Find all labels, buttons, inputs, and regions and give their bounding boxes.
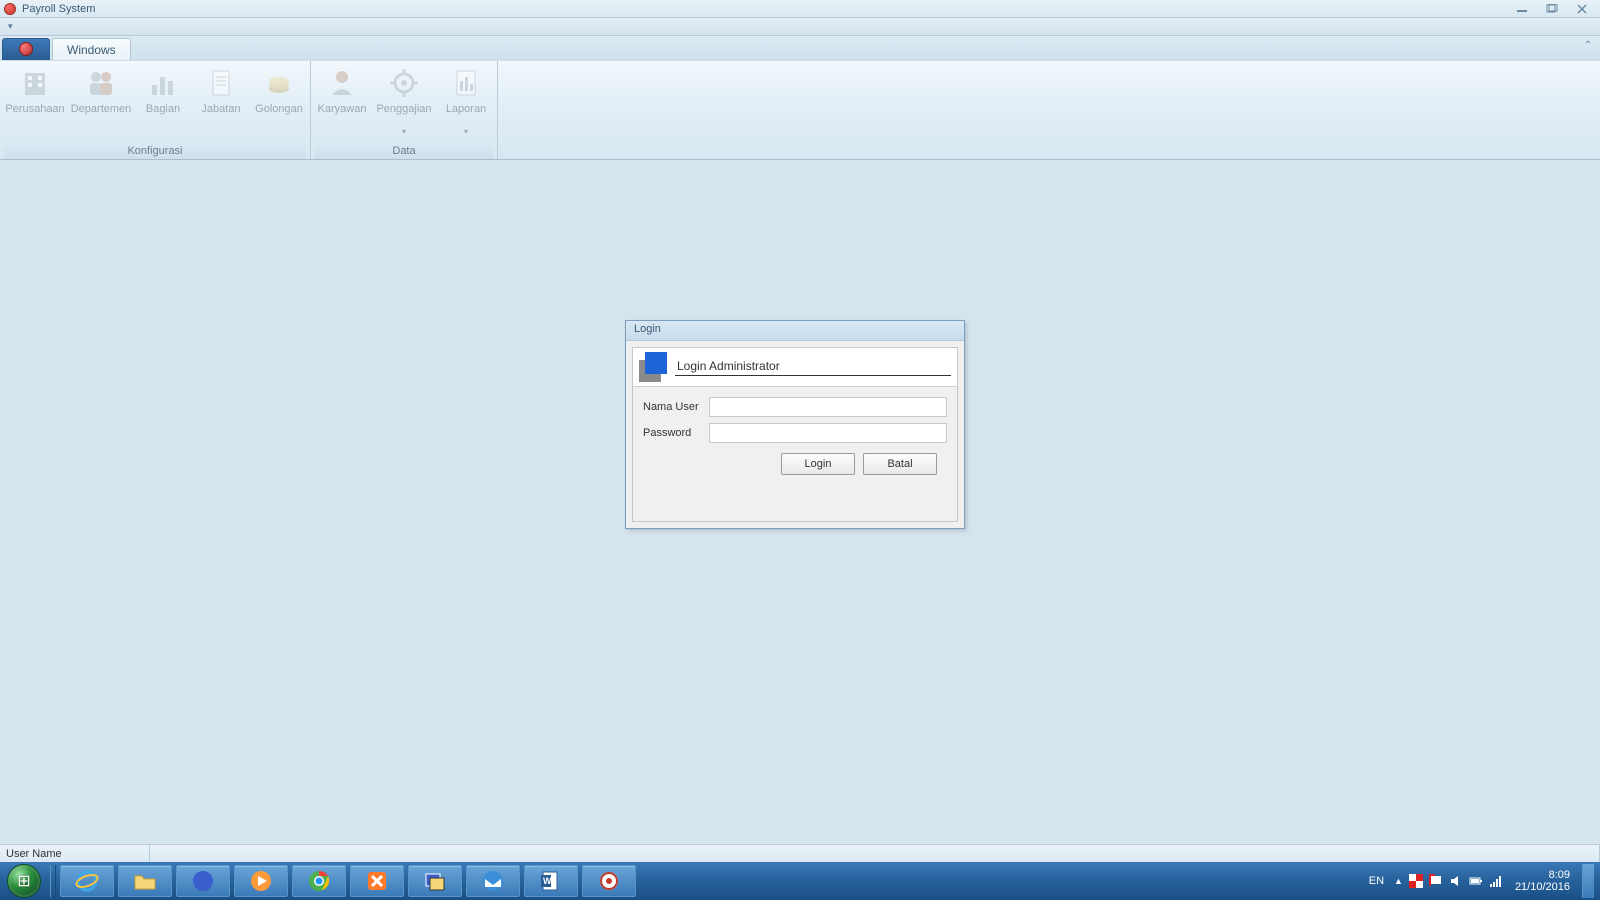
- password-input[interactable]: [709, 423, 947, 443]
- ribbon-item-label: Karyawan: [318, 103, 367, 129]
- taskbar-item-explorer[interactable]: [118, 865, 172, 897]
- start-button[interactable]: [0, 862, 48, 900]
- flag-icon[interactable]: [1409, 874, 1423, 888]
- ribbon-item-golongan[interactable]: Golongan: [252, 63, 306, 144]
- action-center-icon[interactable]: [1429, 874, 1443, 888]
- clock[interactable]: 8:09 21/10/2016: [1509, 869, 1576, 893]
- coins-icon: [263, 67, 295, 99]
- ribbon-item-jabatan[interactable]: Jabatan: [194, 63, 248, 144]
- thunderbird-icon: [481, 869, 505, 893]
- ribbon-item-laporan[interactable]: Laporan ▾: [439, 63, 493, 144]
- login-button[interactable]: Login: [781, 453, 855, 475]
- chart-icon: [147, 67, 179, 99]
- application-menu-button[interactable]: [2, 38, 50, 60]
- putty-icon: [423, 869, 447, 893]
- login-dialog: Login Login Administrator Nama User Pass…: [625, 320, 965, 529]
- ribbon-item-penggajian[interactable]: Penggajian ▾: [373, 63, 435, 144]
- taskbar-item-chrome[interactable]: [292, 865, 346, 897]
- tray-expand-icon[interactable]: ▲: [1394, 876, 1403, 886]
- ribbon-item-label: Penggajian: [376, 103, 431, 129]
- ribbon-item-bagian[interactable]: Bagian: [136, 63, 190, 144]
- login-header: Login Administrator: [633, 348, 957, 387]
- word-icon: W: [539, 869, 563, 893]
- taskbar-item-app[interactable]: [582, 865, 636, 897]
- document-icon: [205, 67, 237, 99]
- window-title: Payroll System: [22, 3, 1506, 15]
- qat-dropdown-icon[interactable]: ▾: [8, 21, 13, 32]
- show-desktop-button[interactable]: [1582, 864, 1594, 898]
- dialog-title: Login: [626, 321, 964, 341]
- password-label: Password: [643, 427, 709, 439]
- report-icon: [450, 67, 482, 99]
- username-label: Nama User: [643, 401, 709, 413]
- people-icon: [85, 67, 117, 99]
- taskbar-item-media[interactable]: [234, 865, 288, 897]
- app-icon: [4, 3, 16, 15]
- taskbar-item-putty[interactable]: [408, 865, 462, 897]
- svg-text:W: W: [543, 876, 552, 886]
- status-username-label: User Name: [0, 845, 150, 862]
- tab-label: Windows: [67, 43, 116, 57]
- quick-access-toolbar: ▾: [0, 18, 1600, 36]
- ribbon-item-label: Departemen: [71, 103, 132, 129]
- ribbon-tab-strip: Windows ⌃: [0, 36, 1600, 60]
- chevron-down-icon: ▾: [402, 127, 406, 136]
- ribbon-item-label: Golongan: [255, 103, 303, 129]
- ribbon-collapse-icon[interactable]: ⌃: [1584, 40, 1592, 51]
- ribbon-item-departemen[interactable]: Departemen: [70, 63, 132, 144]
- login-header-text: Login Administrator: [675, 359, 951, 376]
- app-icon: [597, 869, 621, 893]
- login-logo-icon: [639, 352, 669, 382]
- chevron-down-icon: ▾: [464, 127, 468, 136]
- cancel-button[interactable]: Batal: [863, 453, 937, 475]
- media-icon: [249, 869, 273, 893]
- ribbon-item-perusahaan[interactable]: Perusahaan: [4, 63, 66, 144]
- taskbar-item-ie[interactable]: [60, 865, 114, 897]
- firefox-icon: [191, 869, 215, 893]
- close-button[interactable]: [1568, 2, 1596, 16]
- ribbon-group-label: Konfigurasi: [4, 144, 306, 159]
- explorer-icon: [133, 869, 157, 893]
- ie-icon: [75, 869, 99, 893]
- statusbar: User Name: [0, 844, 1600, 862]
- chrome-icon: [307, 869, 331, 893]
- taskbar-separator: [50, 865, 56, 897]
- ribbon-item-label: Laporan: [446, 103, 486, 129]
- ribbon-group-data: Karyawan Penggajian ▾ Laporan ▾ Data: [311, 61, 498, 159]
- taskbar-item-firefox[interactable]: [176, 865, 230, 897]
- minimize-button[interactable]: [1508, 2, 1536, 16]
- ribbon-group-label: Data: [315, 144, 493, 159]
- taskbar: W EN ▲ 8:09 21/10/2016: [0, 862, 1600, 900]
- titlebar: Payroll System: [0, 0, 1600, 18]
- status-empty: [150, 845, 1600, 862]
- taskbar-item-thunderbird[interactable]: [466, 865, 520, 897]
- clock-time: 8:09: [1515, 869, 1570, 881]
- ribbon-body: Perusahaan Departemen Bagian Jabatan Gol…: [0, 60, 1600, 160]
- username-input[interactable]: [709, 397, 947, 417]
- tab-windows[interactable]: Windows: [52, 38, 131, 60]
- language-indicator[interactable]: EN: [1365, 875, 1388, 887]
- building-icon: [19, 67, 51, 99]
- volume-icon[interactable]: [1449, 874, 1463, 888]
- ribbon-item-label: Jabatan: [201, 103, 240, 129]
- ribbon-group-konfigurasi: Perusahaan Departemen Bagian Jabatan Gol…: [0, 61, 311, 159]
- taskbar-item-xampp[interactable]: [350, 865, 404, 897]
- person-icon: [326, 67, 358, 99]
- xampp-icon: [365, 869, 389, 893]
- start-orb-icon: [7, 864, 41, 898]
- ribbon-item-label: Bagian: [146, 103, 180, 129]
- taskbar-item-word[interactable]: W: [524, 865, 578, 897]
- gear-icon: [388, 67, 420, 99]
- ribbon-item-label: Perusahaan: [5, 103, 64, 129]
- ribbon-item-karyawan[interactable]: Karyawan: [315, 63, 369, 144]
- orb-icon: [19, 42, 33, 56]
- clock-date: 21/10/2016: [1515, 881, 1570, 893]
- network-icon[interactable]: [1489, 874, 1503, 888]
- maximize-button[interactable]: [1538, 2, 1566, 16]
- battery-icon[interactable]: [1469, 874, 1483, 888]
- system-tray: EN ▲ 8:09 21/10/2016: [1365, 864, 1600, 898]
